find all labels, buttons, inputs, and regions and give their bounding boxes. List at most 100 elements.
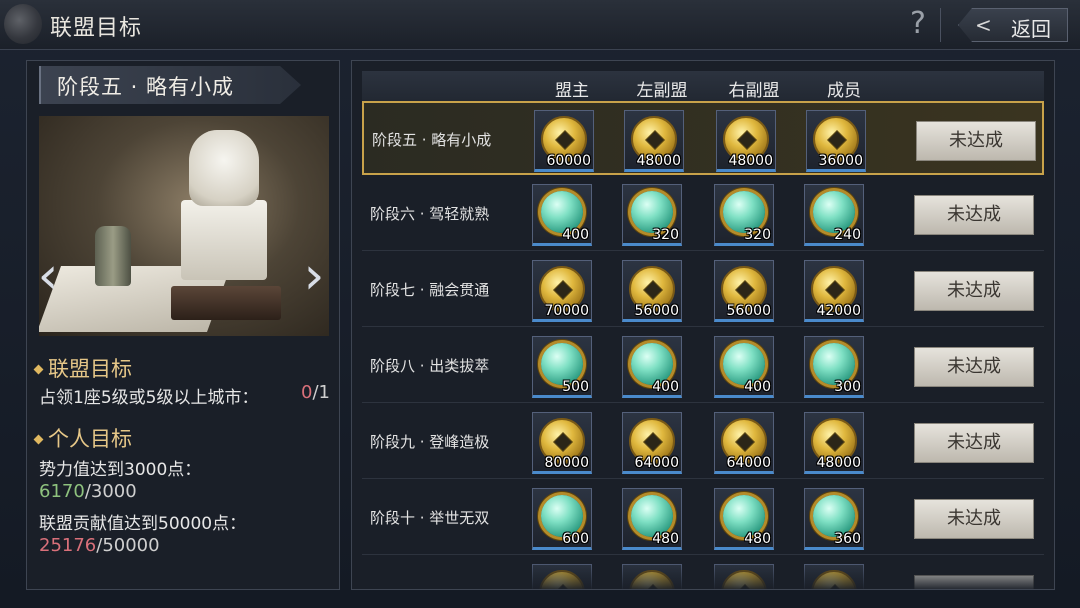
table-row[interactable]: 阶段十 · 举世无双 600 480 480 360 未达成 [362, 481, 1044, 555]
seal-stand-shape [171, 286, 281, 320]
reward-slot[interactable]: 320 [622, 184, 682, 246]
back-label: 返回 [1011, 17, 1051, 41]
status-button[interactable]: 未达成 [914, 195, 1034, 235]
reward-slot[interactable]: 48000 [804, 412, 864, 474]
stage-label: 阶段八 · 出类拔萃 [370, 357, 490, 375]
stage-info-panel: 阶段五 · 略有小成 ‹ › 联盟目标 占领1座5级或5级以上城市： 0/1 个… [26, 60, 340, 590]
personal-goal-heading: 个人目标 [33, 423, 132, 453]
reward-slot[interactable]: 64000 [714, 412, 774, 474]
reward-amount: 36000 [818, 153, 863, 169]
reward-amount: 480 [652, 531, 679, 547]
reward-amount: 64000 [726, 455, 771, 471]
reward-amount: 240 [834, 227, 861, 243]
table-row[interactable]: 阶段六 · 驾轻就熟 400 320 320 240 未达成 [362, 177, 1044, 251]
reward-amount: 80000 [544, 455, 589, 471]
stage-label: 阶段五 · 略有小成 [372, 131, 492, 149]
personal-goal-text: 势力值达到3000点： [39, 460, 202, 480]
reward-amount: 60000 [546, 153, 591, 169]
jade-seal-image [39, 116, 329, 336]
reward-slot[interactable]: 240 [804, 184, 864, 246]
top-bar: 联盟目标 ? < 返回 [0, 0, 1080, 50]
reward-slot[interactable]: 360 [804, 488, 864, 550]
table-row[interactable]: 阶段八 · 出类拔萃 500 400 400 300 未达成 [362, 329, 1044, 403]
diamond-bullet-icon [33, 364, 44, 375]
reward-slot[interactable]: 320 [714, 184, 774, 246]
reward-slot[interactable]: 480 [714, 488, 774, 550]
reward-amount: 500 [562, 379, 589, 395]
alliance-goal-progress: 0/1 [301, 382, 330, 403]
reward-amount: 48000 [728, 153, 773, 169]
reward-amount: 48000 [816, 455, 861, 471]
reward-amount: 56000 [634, 303, 679, 319]
chevron-left-icon: < [975, 13, 992, 37]
status-button[interactable]: 未达成 [914, 347, 1034, 387]
reward-slot[interactable]: 400 [622, 336, 682, 398]
reward-amount: 400 [652, 379, 679, 395]
reward-slot[interactable]: 70000 [532, 260, 592, 322]
reward-slot[interactable]: 42000 [804, 260, 864, 322]
reward-slot[interactable]: 400 [532, 184, 592, 246]
divider [940, 8, 941, 42]
reward-amount: 56000 [726, 303, 771, 319]
status-button[interactable]: 未达成 [914, 499, 1034, 539]
reward-slot[interactable]: 36000 [806, 110, 866, 172]
alliance-goal-heading: 联盟目标 [33, 353, 132, 383]
diamond-bullet-icon [33, 434, 44, 445]
column-header-leader: 盟主 [555, 81, 589, 101]
reward-slot[interactable]: 300 [804, 336, 864, 398]
reward-amount: 48000 [636, 153, 681, 169]
reward-amount: 70000 [544, 303, 589, 319]
status-button[interactable]: 未达成 [916, 121, 1036, 161]
reward-slot[interactable]: 500 [532, 336, 592, 398]
reward-amount: 300 [834, 379, 861, 395]
reward-slot[interactable]: 600 [532, 488, 592, 550]
reward-amount: 600 [562, 531, 589, 547]
personal-goal-progress: 25176/50000 [39, 535, 160, 556]
stage-label: 阶段六 · 驾轻就熟 [370, 205, 490, 223]
reward-amount: 480 [744, 531, 771, 547]
reward-amount: 400 [562, 227, 589, 243]
reward-slot[interactable]: 56000 [714, 260, 774, 322]
personal-goal-progress: 6170/3000 [39, 481, 137, 502]
reward-slot[interactable]: 60000 [534, 110, 594, 172]
reward-amount: 320 [652, 227, 679, 243]
table-row[interactable]: 阶段七 · 融会贯通 70000 56000 56000 42000 未达成 [362, 253, 1044, 327]
table-header: 盟主 左副盟 右副盟 成员 [362, 71, 1044, 101]
reward-slot[interactable]: 48000 [624, 110, 684, 172]
column-header-member: 成员 [827, 81, 861, 101]
stage-label: 阶段七 · 融会贯通 [370, 281, 490, 299]
stage-reward-table: 盟主 左副盟 右副盟 成员 阶段五 · 略有小成 60000 48000 48000 3… [351, 60, 1055, 590]
column-header-right-deputy: 右副盟 [728, 81, 780, 101]
page-title: 联盟目标 [50, 16, 143, 41]
stage-label: 阶段九 · 登峰造极 [370, 433, 490, 451]
prev-stage-arrow-icon[interactable]: ‹ [33, 250, 63, 302]
table-row[interactable]: 阶段五 · 略有小成 60000 48000 48000 36000 未达成 [362, 101, 1044, 175]
table-row[interactable]: 阶段九 · 登峰造极 80000 64000 64000 48000 未达成 [362, 405, 1044, 479]
reward-amount: 64000 [634, 455, 679, 471]
scroll-fade [352, 561, 1054, 589]
next-stage-arrow-icon[interactable]: › [299, 250, 329, 302]
inkpot-shape [95, 226, 131, 286]
seal-body-shape [181, 200, 267, 280]
reward-slot[interactable]: 400 [714, 336, 774, 398]
reward-slot[interactable]: 480 [622, 488, 682, 550]
reward-amount: 400 [744, 379, 771, 395]
stage-title: 阶段五 · 略有小成 [57, 75, 235, 99]
help-button[interactable]: ? [902, 4, 934, 44]
back-button[interactable]: < 返回 [958, 8, 1068, 42]
alliance-goal-text: 占领1座5级或5级以上城市： [39, 388, 259, 408]
reward-slot[interactable]: 56000 [622, 260, 682, 322]
status-button[interactable]: 未达成 [914, 271, 1034, 311]
stage-banner: 阶段五 · 略有小成 [39, 66, 301, 104]
reward-amount: 42000 [816, 303, 861, 319]
reward-slot[interactable]: 80000 [532, 412, 592, 474]
stage-label: 阶段十 · 举世无双 [370, 509, 490, 527]
reward-amount: 360 [834, 531, 861, 547]
reward-slot[interactable]: 48000 [716, 110, 776, 172]
personal-goal-text: 联盟贡献值达到50000点： [39, 514, 247, 534]
status-button[interactable]: 未达成 [914, 423, 1034, 463]
reward-amount: 320 [744, 227, 771, 243]
column-header-left-deputy: 左副盟 [636, 81, 688, 101]
reward-slot[interactable]: 64000 [622, 412, 682, 474]
dragon-emblem-icon [4, 4, 42, 44]
